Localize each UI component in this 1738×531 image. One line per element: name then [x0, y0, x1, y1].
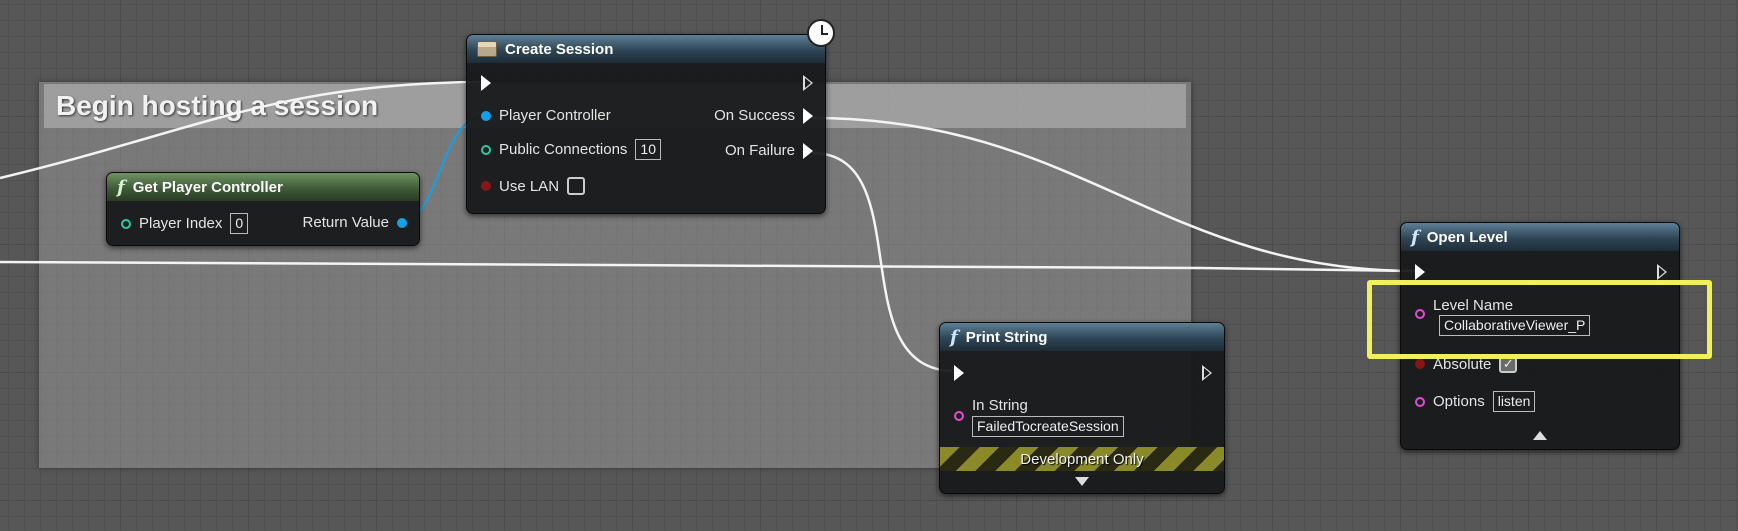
in-string-input[interactable]: FailedTocreateSession — [972, 416, 1124, 437]
development-only-label: Development Only — [1020, 450, 1144, 468]
absolute-pin[interactable] — [1415, 359, 1425, 369]
exec-out-pin[interactable] — [1202, 365, 1212, 381]
collapse-arrow-icon[interactable] — [1533, 431, 1547, 440]
function-icon: f — [1411, 226, 1419, 248]
latent-clock-icon — [807, 19, 835, 47]
player-controller-pin[interactable] — [481, 110, 491, 121]
open-level-title: Open Level — [1426, 228, 1508, 246]
options-input[interactable]: listen — [1492, 391, 1536, 412]
player-index-pin[interactable] — [121, 218, 131, 229]
level-name-highlight — [1367, 280, 1712, 359]
return-value-pin[interactable] — [397, 217, 407, 228]
exec-out-pin[interactable] — [1657, 264, 1667, 280]
in-string-label: In String — [972, 397, 1028, 414]
print-string-node[interactable]: f Print String In String FailedTocreateS… — [939, 322, 1225, 494]
in-string-pin[interactable] — [954, 411, 964, 421]
development-only-bar: Development Only — [940, 447, 1224, 471]
function-icon: f — [950, 326, 958, 348]
on-success-pin[interactable] — [803, 107, 813, 124]
public-connections-pin[interactable] — [481, 144, 491, 155]
session-icon — [477, 41, 497, 57]
exec-out-pin[interactable] — [803, 75, 813, 91]
print-string-title: Print String — [965, 328, 1048, 346]
on-failure-label: On Failure — [724, 142, 795, 159]
exec-in-pin[interactable] — [954, 365, 964, 381]
public-connections-label: Public Connections — [499, 141, 628, 158]
on-success-label: On Success — [714, 107, 795, 124]
use-lan-checkbox[interactable] — [567, 177, 586, 195]
use-lan-label: Use LAN — [499, 177, 560, 195]
print-string-header[interactable]: f Print String — [940, 323, 1224, 351]
options-pin[interactable] — [1415, 396, 1425, 407]
player-index-input[interactable]: 0 — [230, 213, 249, 234]
exec-in-pin[interactable] — [481, 75, 491, 91]
create-session-title: Create Session — [505, 40, 614, 58]
function-icon: f — [117, 176, 125, 198]
create-session-header[interactable]: Create Session — [467, 35, 825, 63]
open-level-header[interactable]: f Open Level — [1401, 223, 1679, 251]
return-value-label: Return Value — [302, 214, 389, 231]
public-connections-input[interactable]: 10 — [635, 139, 661, 160]
get-player-controller-title: Get Player Controller — [132, 178, 283, 196]
on-failure-pin[interactable] — [803, 142, 813, 159]
expand-arrow-icon[interactable] — [1075, 477, 1089, 486]
player-index-label: Player Index — [139, 215, 223, 232]
use-lan-pin[interactable] — [481, 181, 491, 191]
get-player-controller-node[interactable]: f Get Player Controller Player Index 0 R… — [106, 172, 420, 246]
player-controller-label: Player Controller — [499, 107, 611, 124]
comment-title: Begin hosting a session — [56, 90, 379, 121]
get-player-controller-header[interactable]: f Get Player Controller — [107, 173, 419, 201]
exec-in-pin[interactable] — [1415, 264, 1425, 280]
options-label: Options — [1433, 393, 1485, 410]
create-session-node[interactable]: Create Session Player Controller On Succ… — [466, 19, 835, 214]
